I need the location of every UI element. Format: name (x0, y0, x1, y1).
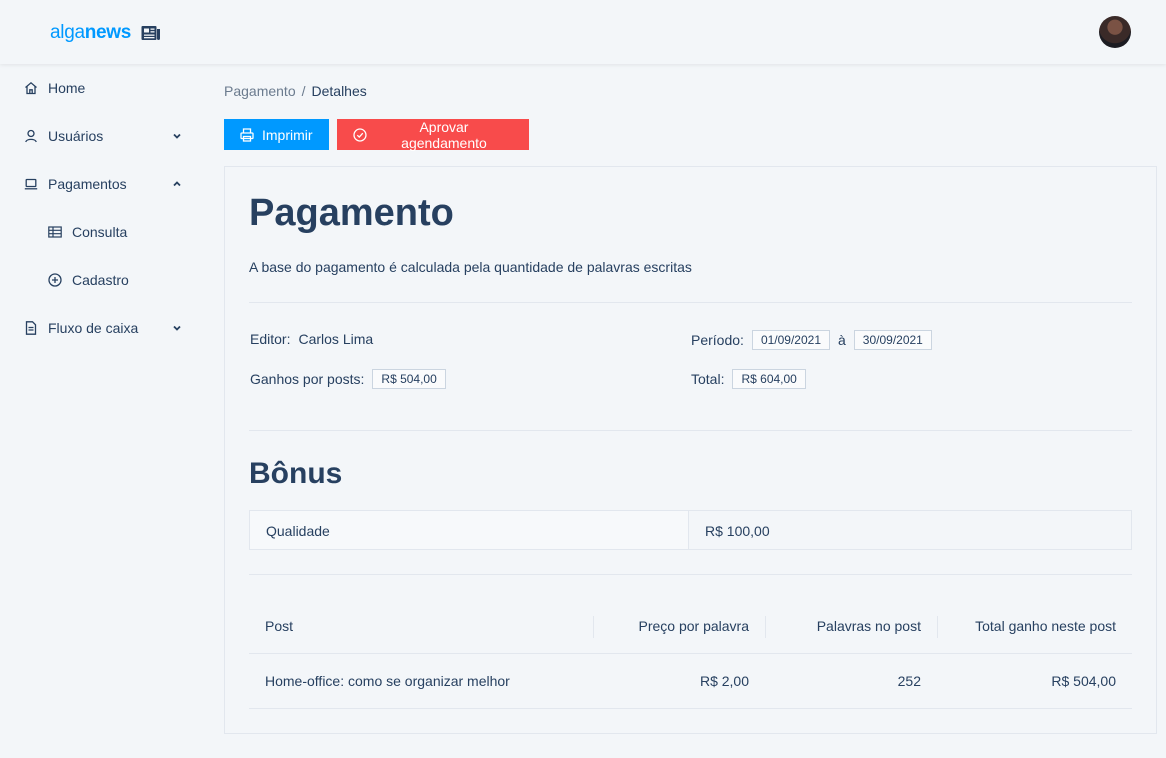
plus-circle-icon (48, 273, 62, 287)
earnings-value: R$ 504,00 (372, 369, 446, 389)
top-header: alga news (0, 0, 1166, 64)
user-avatar[interactable] (1099, 16, 1131, 48)
sidebar-item-label: Fluxo de caixa (48, 320, 139, 336)
sidebar-item-label: Pagamentos (48, 176, 127, 192)
chevron-up-icon (173, 181, 181, 187)
column-header-price-per-word: Preço por palavra (593, 616, 765, 638)
period-end: 30/09/2021 (853, 330, 932, 350)
logo-text-news: news (84, 22, 132, 43)
column-header-words: Palavras no post (765, 616, 937, 638)
logo-text-alga: alga (50, 22, 85, 43)
post-title-cell: Home-office: como se organizar melhor (265, 673, 510, 689)
divider (249, 430, 1132, 431)
words-cell: 252 (897, 673, 921, 689)
bonus-name: Qualidade (250, 511, 689, 549)
breadcrumb-parent[interactable]: Pagamento (224, 83, 296, 99)
editor-value: Carlos Lima (298, 331, 374, 347)
printer-icon (240, 127, 254, 142)
sidebar-item-label: Home (48, 80, 86, 96)
chevron-down-icon (173, 133, 181, 139)
sidebar-item-pagamentos[interactable]: Pagamentos (0, 160, 208, 208)
column-header-total: Total ganho neste post (937, 616, 1132, 638)
sidebar-item-fluxo-de-caixa[interactable]: Fluxo de caixa (0, 304, 208, 352)
laptop-icon (24, 178, 38, 190)
earnings-label: Ganhos por posts (250, 371, 361, 387)
sidebar-item-consulta[interactable]: Consulta (0, 208, 208, 256)
editor-field: Editor: Carlos Lima (250, 331, 374, 347)
bonus-table: Qualidade R$ 100,00 (249, 510, 1132, 550)
bonus-value: R$ 100,00 (689, 511, 1131, 549)
period-start: 01/09/2021 (751, 330, 830, 350)
breadcrumb: Pagamento / Detalhes (224, 83, 367, 99)
total-label: Total (691, 371, 721, 387)
earnings-field: Ganhos por posts: R$ 504,00 (250, 369, 446, 389)
period-field: Período: 01/09/2021 à 30/09/2021 (691, 330, 932, 350)
column-header-post: Post (265, 618, 294, 634)
period-label: Período (691, 332, 741, 348)
sidebar-item-label: Usuários (48, 128, 104, 144)
user-icon (25, 129, 37, 143)
divider (249, 574, 1132, 575)
newspaper-icon (141, 26, 161, 40)
breadcrumb-separator: / (301, 83, 306, 99)
sidebar-item-label: Cadastro (72, 272, 129, 288)
sidebar-item-label: Consulta (72, 224, 128, 240)
total-value: R$ 604,00 (732, 369, 806, 389)
file-icon (25, 321, 37, 335)
check-circle-icon (353, 127, 367, 142)
table-row[interactable]: Home-office: como se organizar melhor R$… (249, 654, 1132, 709)
alganews-logo[interactable]: alga news (50, 22, 161, 44)
approve-button-label: Aprovar agendamento (401, 118, 487, 151)
table-icon (48, 226, 62, 238)
sidebar: Home Usuários Pagamentos Consulta Cadast… (0, 64, 208, 758)
home-icon (25, 81, 37, 95)
chevron-down-icon (173, 325, 181, 331)
editor-label: Editor (250, 331, 287, 347)
sidebar-item-home[interactable]: Home (0, 64, 208, 112)
total-cell: R$ 504,00 (1051, 673, 1116, 689)
posts-table: Post Preço por palavra Palavras no post … (249, 599, 1132, 709)
table-header-row: Post Preço por palavra Palavras no post … (249, 599, 1132, 654)
sidebar-item-usuarios[interactable]: Usuários (0, 112, 208, 160)
sidebar-item-cadastro[interactable]: Cadastro (0, 256, 208, 304)
bonus-title: Bônus (249, 457, 343, 490)
divider (249, 302, 1132, 303)
payment-description: A base do pagamento é calculada pela qua… (249, 259, 692, 275)
price-per-word-cell: R$ 2,00 (699, 673, 749, 689)
print-button[interactable]: Imprimir (224, 119, 329, 150)
period-connector: à (838, 332, 846, 348)
breadcrumb-current: Detalhes (311, 83, 367, 99)
total-field: Total: R$ 604,00 (691, 369, 806, 389)
approve-schedule-button[interactable]: Aprovar agendamento (337, 118, 529, 151)
print-button-label: Imprimir (262, 126, 313, 143)
page-title: Pagamento (249, 192, 454, 234)
